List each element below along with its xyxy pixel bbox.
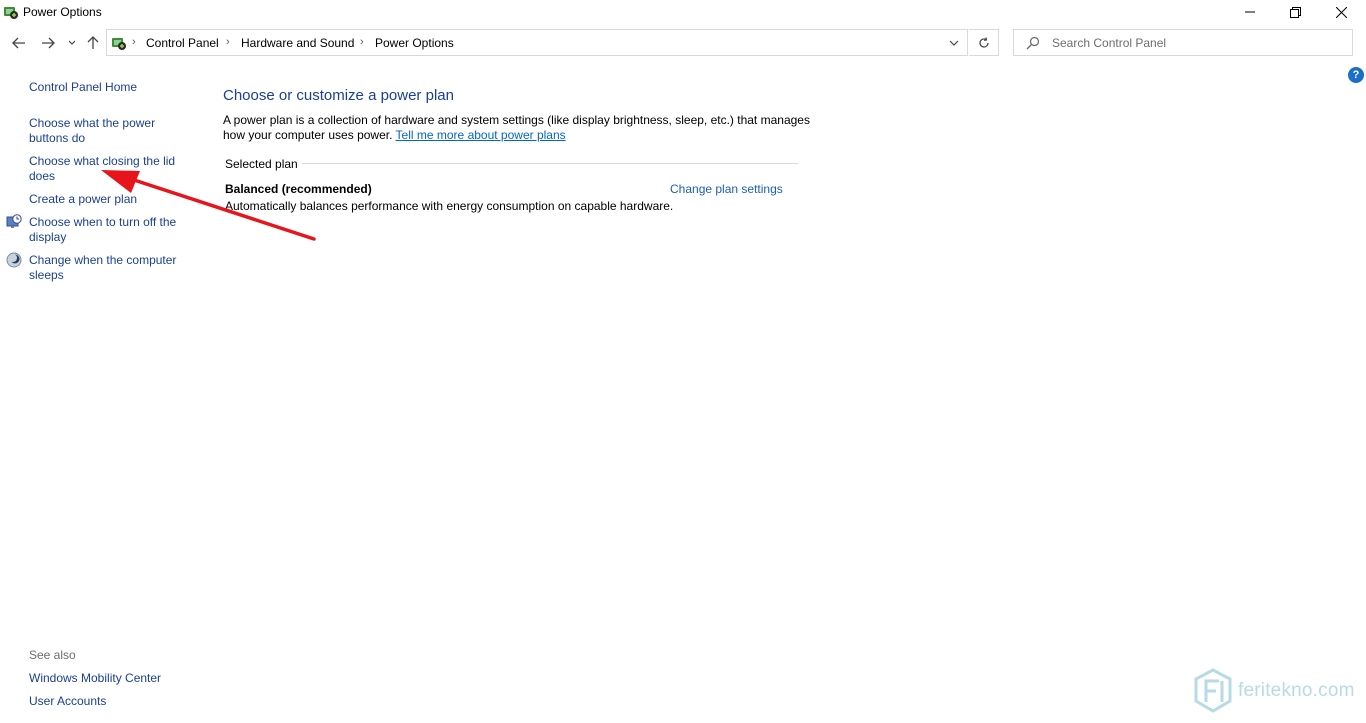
watermark-text: feritekno.com xyxy=(1238,680,1355,701)
address-dropdown-button[interactable] xyxy=(945,35,963,51)
power-options-icon xyxy=(4,7,18,19)
breadcrumb-separator: › xyxy=(360,36,364,48)
restore-icon xyxy=(1289,6,1301,18)
search-input[interactable] xyxy=(1050,34,1334,51)
close-button[interactable] xyxy=(1318,0,1364,24)
breadcrumb-control-panel[interactable]: Control Panel xyxy=(146,36,219,50)
breadcrumb-hardware-and-sound[interactable]: Hardware and Sound xyxy=(241,36,354,50)
forward-button[interactable] xyxy=(38,32,58,54)
sleep-moon-icon xyxy=(6,252,22,268)
breadcrumb-separator: › xyxy=(132,36,136,48)
annotation-arrow xyxy=(101,170,316,241)
plan-description: Automatically balances performance with … xyxy=(225,199,674,213)
up-arrow-icon xyxy=(87,36,99,49)
window-title: Power Options xyxy=(23,5,102,19)
chevron-down-icon xyxy=(68,40,76,45)
recent-locations-button[interactable] xyxy=(65,32,79,54)
sidebar-item-power-buttons[interactable]: Choose what the power buttons do xyxy=(29,116,169,146)
sidebar-item-control-panel-home[interactable]: Control Panel Home xyxy=(29,80,189,95)
minimize-icon xyxy=(1245,11,1255,13)
see-also-heading: See also xyxy=(29,648,76,662)
chevron-down-icon xyxy=(949,40,959,46)
restore-button[interactable] xyxy=(1272,0,1318,24)
forward-arrow-icon xyxy=(42,37,55,49)
section-divider xyxy=(302,163,798,164)
refresh-button[interactable] xyxy=(969,29,999,56)
sidebar-item-create-power-plan[interactable]: Create a power plan xyxy=(29,192,189,207)
breadcrumb-separator: › xyxy=(226,36,230,48)
title-bar: Power Options xyxy=(0,0,1366,24)
see-also-windows-mobility-center[interactable]: Windows Mobility Center xyxy=(29,671,189,686)
refresh-icon xyxy=(978,36,989,48)
see-also-user-accounts[interactable]: User Accounts xyxy=(29,694,189,709)
sidebar-item-closing-lid[interactable]: Choose what closing the lid does xyxy=(29,154,184,184)
breadcrumb-power-options[interactable]: Power Options xyxy=(375,36,454,50)
address-bar[interactable]: › Control Panel › Hardware and Sound › P… xyxy=(106,29,968,56)
page-title: Choose or customize a power plan xyxy=(223,87,454,104)
sidebar-item-turn-off-display[interactable]: Choose when to turn off the display xyxy=(29,215,184,245)
sidebar-item-computer-sleeps[interactable]: Change when the computer sleeps xyxy=(29,253,184,283)
back-arrow-icon xyxy=(12,37,25,49)
selected-plan-heading: Selected plan xyxy=(225,157,298,171)
search-icon xyxy=(1026,36,1040,49)
search-box[interactable] xyxy=(1013,29,1353,56)
minimize-button[interactable] xyxy=(1227,0,1273,24)
up-button[interactable] xyxy=(84,32,102,54)
help-icon[interactable]: ? xyxy=(1348,67,1364,83)
control-panel-icon xyxy=(112,38,126,50)
page-description: A power plan is a collection of hardware… xyxy=(223,113,813,143)
plan-name: Balanced (recommended) xyxy=(225,182,372,196)
tell-me-more-link[interactable]: Tell me more about power plans xyxy=(396,128,566,142)
display-clock-icon xyxy=(6,214,22,228)
close-icon xyxy=(1335,6,1347,18)
change-plan-settings-link[interactable]: Change plan settings xyxy=(670,182,783,196)
back-button[interactable] xyxy=(9,32,29,54)
